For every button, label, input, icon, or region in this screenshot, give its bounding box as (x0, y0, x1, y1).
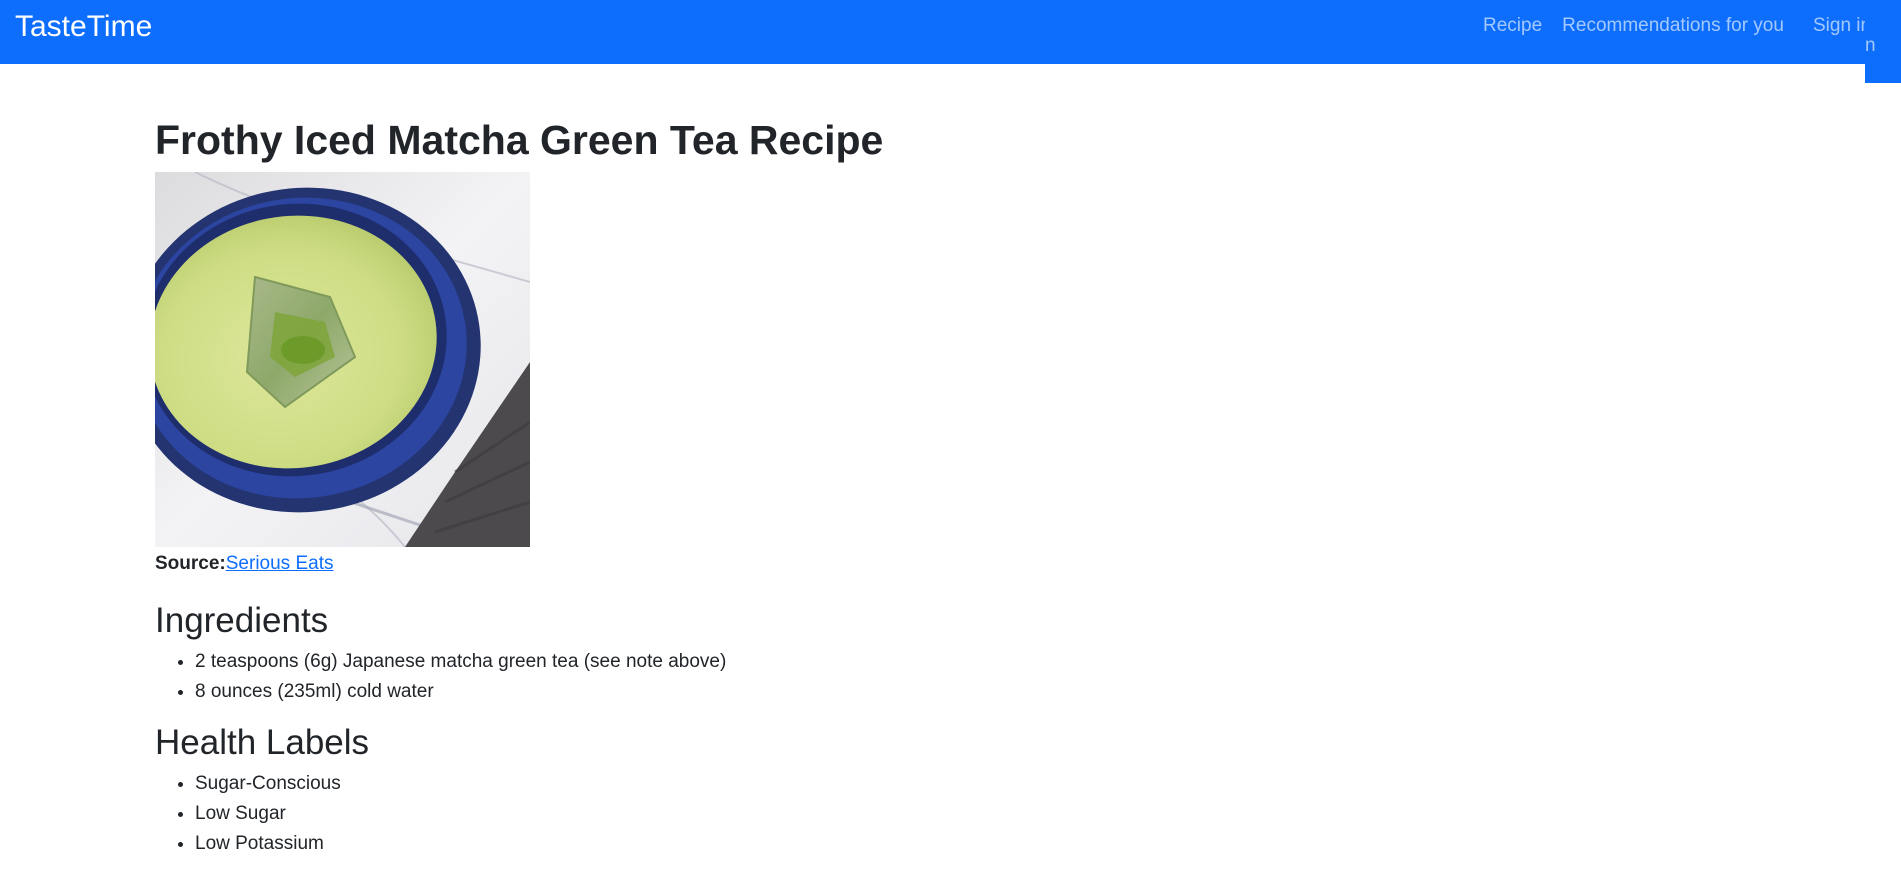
recipe-content: Frothy Iced Matcha Green Tea Recipe Sour… (155, 112, 1755, 859)
health-label-item: Low Potassium (195, 829, 1755, 859)
navbar: TasteTime Recipe Recommendations for you… (0, 0, 1901, 64)
recipe-source: Source:Serious Eats (155, 551, 1755, 577)
ingredients-heading: Ingredients (155, 601, 329, 640)
sign-in-link[interactable]: Sign in (1813, 14, 1865, 38)
brand-logo[interactable]: TasteTime (15, 9, 152, 45)
ingredients-list: 2 teaspoons (6g) Japanese matcha green t… (155, 647, 1755, 707)
source-label: Source: (155, 553, 226, 574)
sign-in-overflow-text: n (1865, 35, 1876, 56)
ingredient-item: 8 ounces (235ml) cold water (195, 677, 1755, 707)
recipe-title: Frothy Iced Matcha Green Tea Recipe (155, 117, 884, 163)
nav-link-recommendations[interactable]: Recommendations for you (1562, 14, 1784, 38)
nav-links: Recipe Recommendations for you (1483, 14, 1784, 38)
sign-in-label: Sign in (1813, 15, 1865, 36)
sign-in-overflow-tab[interactable]: n (1865, 0, 1901, 83)
health-labels-heading: Health Labels (155, 723, 370, 762)
health-labels-list: Sugar-Conscious Low Sugar Low Potassium (155, 769, 1755, 859)
health-label-item: Sugar-Conscious (195, 769, 1755, 799)
health-label-item: Low Sugar (195, 799, 1755, 829)
recipe-photo (155, 172, 530, 547)
source-link[interactable]: Serious Eats (226, 553, 334, 574)
ingredient-item: 2 teaspoons (6g) Japanese matcha green t… (195, 647, 1755, 677)
nav-link-recipe[interactable]: Recipe (1483, 14, 1542, 38)
